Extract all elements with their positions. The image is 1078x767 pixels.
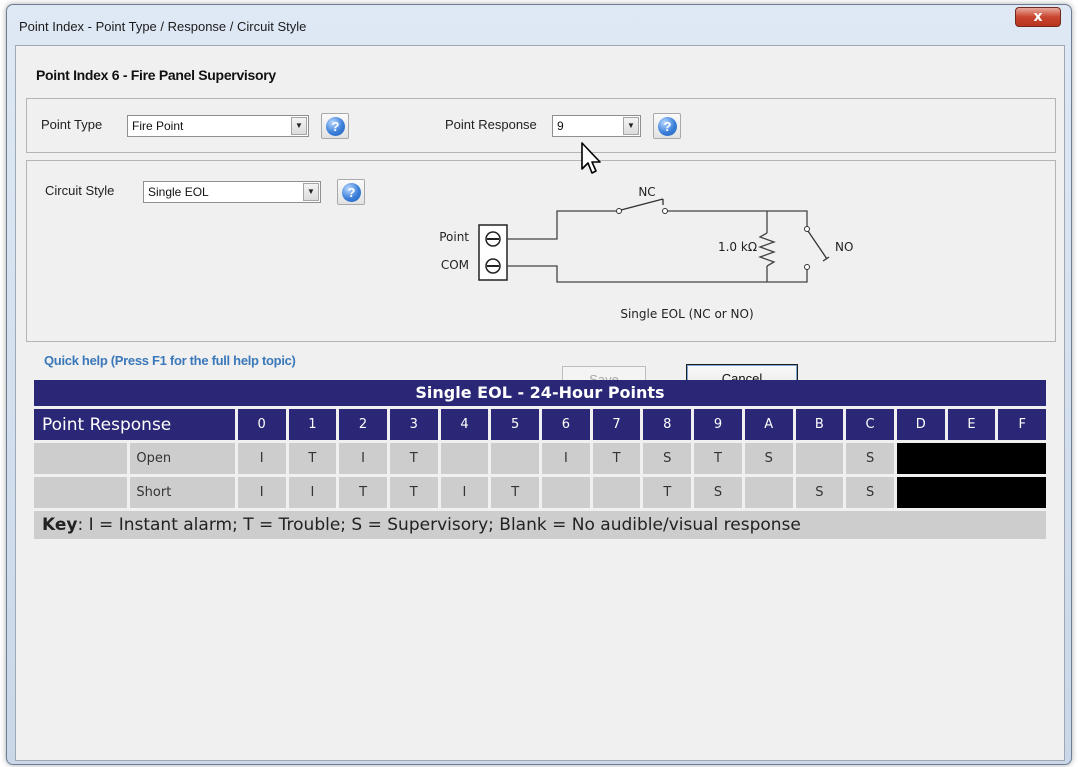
table-cell: T — [389, 443, 438, 474]
table-cell: S — [744, 443, 793, 474]
circuit-style-group: Circuit Style Single EOL ▼ ? Point COM N… — [26, 160, 1056, 342]
table-key: Key: I = Instant alarm; T = Trouble; S =… — [34, 511, 1046, 539]
circuit-diagram: Point COM NC 1.0 kΩ NO Single EOL (NC or… — [439, 185, 853, 321]
row-label: Short — [130, 477, 235, 508]
row-spacer — [34, 443, 128, 474]
circuit-style-label: Circuit Style — [45, 183, 115, 198]
no-switch-lever — [807, 230, 828, 260]
point-type-help-button[interactable]: ? — [321, 113, 349, 139]
table-cell: T — [592, 443, 641, 474]
circuit-style-dropdown[interactable]: Single EOL ▼ — [143, 181, 321, 203]
table-cell: I — [339, 443, 387, 474]
help-icon: ? — [342, 183, 361, 202]
table-cell: I — [237, 477, 286, 508]
table-cell: S — [795, 477, 844, 508]
response-table-header: Point Response 0 1 2 3 4 5 6 7 8 9 A B C… — [34, 409, 1047, 440]
point-type-value: Fire Point — [132, 119, 184, 133]
column-header: D — [896, 409, 945, 440]
diagram-resistor-label: 1.0 kΩ — [718, 240, 757, 254]
point-response-dropdown[interactable]: 9 ▼ — [552, 115, 641, 137]
table-cell: S — [694, 477, 742, 508]
column-header: 9 — [694, 409, 742, 440]
table-cell: I — [237, 443, 286, 474]
column-header: 5 — [491, 409, 540, 440]
column-header: 4 — [440, 409, 489, 440]
point-type-dropdown[interactable]: Fire Point ▼ — [127, 115, 309, 137]
column-header: 8 — [643, 409, 692, 440]
column-header: A — [744, 409, 793, 440]
column-header: 7 — [592, 409, 641, 440]
quick-help-link[interactable]: Quick help (Press F1 for the full help t… — [44, 353, 296, 368]
close-button[interactable]: x — [1015, 7, 1061, 27]
table-cell: T — [288, 443, 337, 474]
point-response-label: Point Response — [445, 117, 537, 132]
diagram-nc-label: NC — [638, 185, 655, 199]
column-header: 0 — [237, 409, 286, 440]
key-text: : I = Instant alarm; T = Trouble; S = Su… — [77, 515, 801, 535]
table-cell: S — [846, 443, 894, 474]
circuit-style-value: Single EOL — [148, 185, 209, 199]
key-label: Key — [42, 515, 78, 535]
unused-cells — [896, 443, 1047, 474]
column-header: F — [998, 409, 1047, 440]
diagram-com-label: COM — [441, 258, 469, 272]
help-icon: ? — [326, 117, 345, 136]
point-response-help-button[interactable]: ? — [653, 113, 681, 139]
chevron-down-icon[interactable]: ▼ — [291, 117, 307, 135]
table-cell: T — [491, 477, 540, 508]
table-cell — [542, 477, 590, 508]
title-bar: Point Index - Point Type / Response / Ci… — [7, 5, 1071, 43]
table-cell: T — [694, 443, 742, 474]
point-type-group: Point Type Fire Point ▼ ? Point Response… — [26, 98, 1056, 153]
header-point-response: Point Response — [34, 409, 235, 440]
response-table: Single EOL - 24-Hour Points Point Respon… — [34, 380, 1047, 539]
page-title: Point Index 6 - Fire Panel Supervisory — [36, 67, 276, 83]
diagram-caption: Single EOL (NC or NO) — [620, 307, 753, 321]
window-title: Point Index - Point Type / Response / Ci… — [19, 19, 307, 34]
diagram-point-label: Point — [439, 230, 469, 244]
dialog-window: Point Index - Point Type / Response / Ci… — [6, 4, 1072, 765]
table-cell: T — [643, 477, 692, 508]
table-cell: T — [339, 477, 387, 508]
column-header: B — [795, 409, 844, 440]
diagram-no-label: NO — [835, 240, 853, 254]
table-row: Open I T I T I T S T S S — [34, 443, 1047, 474]
column-header: E — [947, 409, 996, 440]
column-header: 2 — [339, 409, 387, 440]
help-icon: ? — [658, 117, 677, 136]
table-cell: I — [288, 477, 337, 508]
table-cell: S — [846, 477, 894, 508]
response-table-title: Single EOL - 24-Hour Points — [34, 380, 1046, 406]
row-label: Open — [130, 443, 235, 474]
circuit-style-help-button[interactable]: ? — [337, 179, 365, 205]
table-cell — [744, 477, 793, 508]
table-cell: I — [542, 443, 590, 474]
nc-switch-lever — [620, 198, 664, 211]
column-header: 6 — [542, 409, 590, 440]
chevron-down-icon[interactable]: ▼ — [303, 183, 319, 201]
table-cell — [440, 443, 489, 474]
table-cell — [795, 443, 844, 474]
row-spacer — [34, 477, 128, 508]
table-cell: I — [440, 477, 489, 508]
table-cell: T — [389, 477, 438, 508]
column-header: 3 — [389, 409, 438, 440]
column-header: C — [846, 409, 894, 440]
table-cell: S — [643, 443, 692, 474]
unused-cells — [896, 477, 1047, 508]
point-type-label: Point Type — [41, 117, 103, 132]
mouse-cursor-icon — [581, 142, 601, 174]
chevron-down-icon[interactable]: ▼ — [623, 117, 639, 135]
point-response-value: 9 — [557, 119, 564, 133]
column-header: 1 — [288, 409, 337, 440]
table-cell — [592, 477, 641, 508]
table-row: Short I I T T I T T S S S — [34, 477, 1047, 508]
table-cell — [491, 443, 540, 474]
